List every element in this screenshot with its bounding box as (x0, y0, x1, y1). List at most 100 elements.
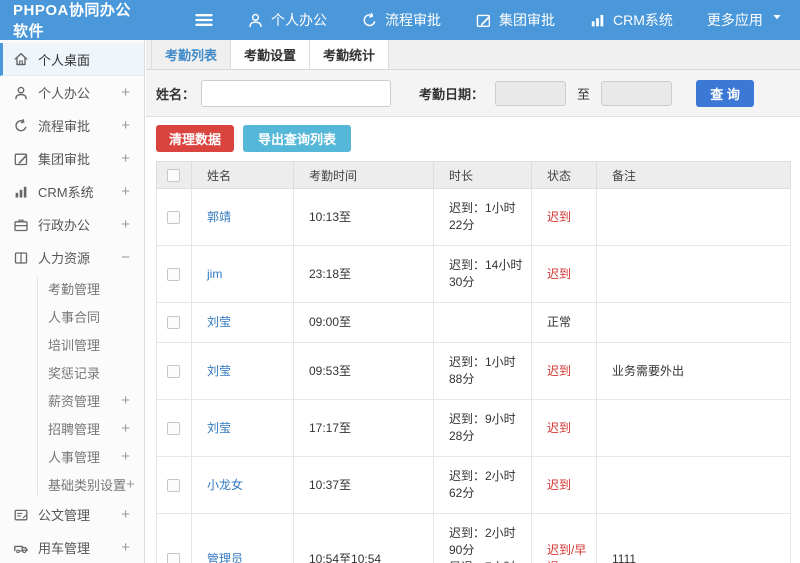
sidebar-item-group-approval[interactable]: 集团审批 + (0, 142, 144, 175)
sidebar-item-personal-office[interactable]: 个人办公 + (0, 76, 144, 109)
table-row: 刘莹 17:17至 迟到：9小时28分 迟到 (156, 399, 791, 457)
sidebar-item-base-category-settings[interactable]: 基础类别设置 + (0, 470, 144, 498)
tab-bar: 考勤列表 考勤设置 考勤统计 (146, 40, 800, 70)
attendance-table: 姓名 考勤时间 时长 状态 备注 郭靖 10:13至 迟到：1小时22分 迟到 jim 23:18… (156, 161, 791, 563)
employee-name-link[interactable]: 管理员 (207, 552, 243, 563)
sidebar-item-label: 招聘管理 (48, 421, 101, 437)
export-list-button[interactable]: 导出查询列表 (243, 125, 352, 152)
sidebar-item-personal-desktop[interactable]: 个人桌面 (0, 43, 144, 76)
sidebar-item-recruit-mgmt[interactable]: 招聘管理 + (0, 414, 144, 442)
table-body: 郭靖 10:13至 迟到：1小时22分 迟到 jim 23:18至 迟到：14小时30分 迟到… (156, 188, 791, 563)
note-cell (596, 456, 791, 514)
flow-icon (361, 12, 378, 29)
sidebar-item-document-mgmt[interactable]: 公文管理 + (0, 498, 144, 531)
select-all-cell (156, 161, 192, 189)
duration-line: 早退：7小时10分 (449, 559, 523, 563)
name-input[interactable] (201, 79, 392, 107)
plus-icon: + (121, 539, 130, 556)
row-checkbox[interactable] (167, 421, 180, 435)
row-checkbox[interactable] (167, 210, 180, 224)
tab-attendance-settings[interactable]: 考勤设置 (231, 40, 311, 69)
name-label: 姓名： (156, 86, 196, 102)
sidebar-item-label: 公文管理 (38, 508, 91, 523)
duration-line: 迟到：14小时30分 (449, 258, 523, 289)
date-to-input[interactable] (601, 80, 673, 106)
sidebar-item-label: CRM系统 (38, 185, 94, 200)
note-cell: 1111 (596, 513, 791, 563)
edit-icon (475, 12, 492, 29)
row-checkbox[interactable] (167, 364, 180, 378)
tab-attendance-stats[interactable]: 考勤统计 (310, 40, 390, 69)
hamburger-menu-icon[interactable] (193, 9, 215, 31)
plus-icon: + (121, 447, 130, 465)
name-cell: 刘莹 (191, 399, 294, 457)
name-cell: 刘莹 (191, 342, 294, 400)
name-cell: 刘莹 (191, 302, 294, 343)
sidebar-item-label: 基础类别设置 (48, 477, 127, 493)
table-row: 刘莹 09:53至 迟到：1小时88分 迟到 业务需要外出 (156, 342, 791, 400)
sidebar-item-label: 人事管理 (48, 449, 101, 465)
table-row: 刘莹 09:00至 正常 (156, 302, 791, 343)
sidebar-item-human-resources[interactable]: 人力资源 − (0, 241, 144, 274)
sidebar-item-admin-office[interactable]: 行政办公 + (0, 208, 144, 241)
sidebar-item-label: 奖惩记录 (48, 365, 101, 381)
nav-item-workflow-approval[interactable]: 流程审批 (361, 10, 441, 30)
sidebar-item-label: 考勤管理 (48, 281, 101, 297)
row-checkbox[interactable] (167, 316, 180, 329)
nav-item-crm-system[interactable]: CRM系统 (589, 10, 673, 30)
sidebar-item-label: 人力资源 (38, 251, 91, 266)
duration-line: 迟到：2小时62分 (449, 469, 516, 500)
employee-name-link[interactable]: 刘莹 (207, 364, 231, 378)
user-icon (13, 85, 29, 101)
employee-name-link[interactable]: 刘莹 (207, 315, 231, 329)
status-badge: 迟到 (547, 420, 572, 435)
row-checkbox[interactable] (167, 267, 180, 281)
status-badge: 迟到 (547, 363, 572, 378)
sidebar-item-attendance-mgmt[interactable]: 考勤管理 (0, 274, 144, 302)
duration-cell: 迟到：9小时28分 (433, 399, 532, 457)
sidebar-item-label: 个人办公 (38, 86, 91, 101)
sidebar-item-personnel-mgmt[interactable]: 人事管理 + (0, 442, 144, 470)
column-header: 考勤时间 (293, 161, 434, 189)
employee-name-link[interactable]: 小龙女 (207, 478, 243, 492)
sidebar-item-salary-mgmt[interactable]: 薪资管理 + (0, 386, 144, 414)
sidebar-item-hr-contract[interactable]: 人事合同 (0, 302, 144, 330)
date-to-label: 至 (577, 86, 591, 102)
sidebar-item-reward-punishment[interactable]: 奖惩记录 (0, 358, 144, 386)
name-cell: jim (191, 245, 294, 303)
employee-name-link[interactable]: 郭靖 (207, 210, 231, 224)
sidebar-item-crm-system[interactable]: CRM系统 + (0, 175, 144, 208)
row-checkbox[interactable] (167, 552, 180, 563)
sidebar: 个人桌面 个人办公 + 流程审批 + 集团审批 + CRM系统 + 行政办公 + 人力资源 − 考勤管理人… (0, 40, 145, 563)
plus-icon: + (121, 391, 130, 409)
time-cell: 09:00至 (293, 302, 434, 343)
employee-name-link[interactable]: 刘莹 (207, 421, 231, 435)
sidebar-item-vehicle-mgmt[interactable]: 用车管理 + (0, 531, 144, 563)
main-content: 考勤列表 考勤设置 考勤统计 姓名： 考勤日期： 至 查 询 清理数据 导出查询列表… (146, 40, 800, 563)
plus-icon: + (126, 475, 135, 493)
status-cell: 迟到 (531, 188, 597, 246)
sidebar-item-training-mgmt[interactable]: 培训管理 (0, 330, 144, 358)
row-checkbox-cell (156, 188, 192, 246)
search-button[interactable]: 查 询 (696, 79, 755, 107)
column-header: 姓名 (191, 161, 294, 189)
nav-item-group-approval[interactable]: 集团审批 (475, 10, 555, 30)
clean-data-button[interactable]: 清理数据 (156, 125, 235, 152)
nav-item-personal-office[interactable]: 个人办公 (247, 10, 327, 30)
nav-item-more-apps[interactable]: 更多应用 (707, 10, 789, 30)
time-cell: 10:37至 (293, 456, 434, 514)
note-cell (596, 399, 791, 457)
employee-name-link[interactable]: jim (207, 267, 222, 281)
duration-cell: 迟到：1小时88分 (433, 342, 532, 400)
plus-icon: + (121, 216, 130, 233)
tab-attendance-list[interactable]: 考勤列表 (151, 40, 232, 69)
time-cell: 10:54至10:54 (293, 513, 434, 563)
row-checkbox[interactable] (167, 478, 180, 492)
plus-icon: + (121, 183, 130, 200)
time-cell: 17:17至 (293, 399, 434, 457)
select-all-checkbox[interactable] (167, 168, 180, 182)
sidebar-item-workflow-approval[interactable]: 流程审批 + (0, 109, 144, 142)
date-from-input[interactable] (495, 80, 567, 106)
table-row: jim 23:18至 迟到：14小时30分 迟到 (156, 245, 791, 303)
row-checkbox-cell (156, 302, 192, 343)
